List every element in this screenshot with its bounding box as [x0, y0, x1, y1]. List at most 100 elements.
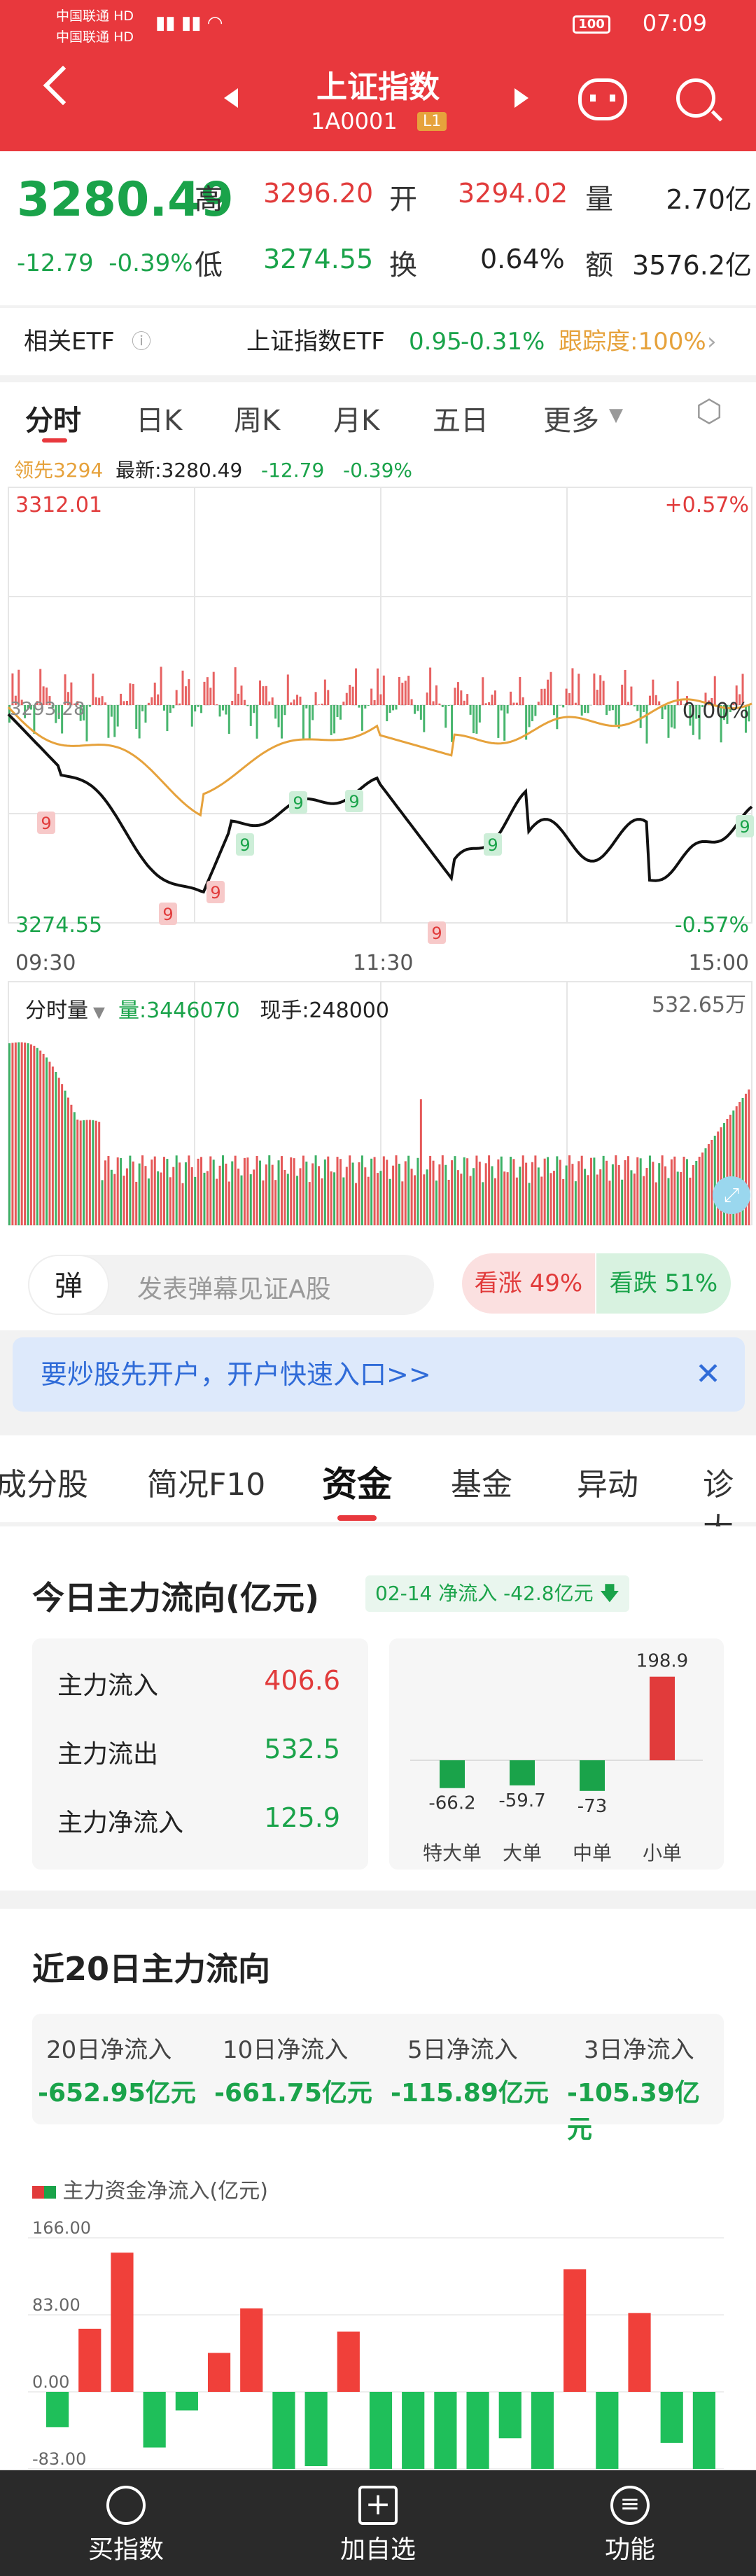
volume-bar	[547, 1157, 550, 1225]
volume-bar	[107, 1156, 110, 1225]
close-icon[interactable]: ✕	[695, 1337, 721, 1412]
volume-bar	[447, 1179, 450, 1225]
tab-daily-k[interactable]: 日K	[136, 398, 182, 438]
tab-intraday[interactable]: 分时	[25, 398, 81, 438]
volume-bar	[339, 1159, 342, 1225]
tab-monthly-k[interactable]: 月K	[333, 398, 379, 438]
flow-bar	[212, 671, 215, 705]
flow-summary: 主力流入 406.6 主力流出 532.5 主力净流入 125.9	[32, 1638, 368, 1870]
flow-bar	[351, 686, 354, 705]
y-tick-label: 166.00	[32, 2218, 91, 2238]
net-flow-bar	[369, 2392, 393, 2469]
bearish-button[interactable]: 看跌 51%	[596, 1253, 731, 1314]
flow-bar	[454, 688, 456, 705]
next-stock-icon[interactable]	[514, 88, 528, 108]
help-icon[interactable]: ⓘ	[132, 308, 151, 375]
flow-bar	[611, 705, 614, 711]
flow-bar	[318, 704, 320, 705]
flow-bar	[249, 705, 252, 726]
flow-bar	[188, 679, 190, 705]
volume-bar	[454, 1156, 456, 1225]
tab-five-day[interactable]: 五日	[433, 398, 489, 438]
search-icon[interactable]	[676, 78, 715, 118]
flow-bar	[398, 676, 400, 705]
chevron-down-icon[interactable]: ▼	[609, 405, 623, 426]
volume-bar	[360, 1155, 363, 1225]
etf-name: 上证指数ETF	[246, 328, 385, 356]
net-flow-bar	[628, 2313, 651, 2392]
volume-bar	[426, 1169, 428, 1225]
flow-bar	[670, 705, 673, 727]
tab-movement[interactable]: 异动	[577, 1459, 638, 1504]
tab-fund[interactable]: 基金	[451, 1459, 512, 1504]
flow-bar	[482, 677, 484, 705]
carrier-label: 中国联通	[56, 8, 110, 24]
volume-value: 2.70亿	[666, 184, 752, 215]
volume-bar	[144, 1166, 147, 1225]
volume-bar	[392, 1165, 395, 1225]
settings-icon[interactable]: ⬡	[696, 394, 722, 429]
volume-selector[interactable]: 分时量	[25, 998, 88, 1023]
volume-bar	[64, 1090, 66, 1225]
volume-bar	[101, 1180, 104, 1225]
volume-bar	[206, 1171, 209, 1225]
flow-bar	[382, 675, 385, 705]
volume-bar	[83, 1120, 85, 1225]
tab-profile[interactable]: 简况F10	[147, 1459, 265, 1504]
flow-net-label: 主力净流入	[57, 1809, 184, 1837]
flow-bar	[429, 667, 432, 705]
high-label: 高	[195, 183, 223, 216]
tab-more[interactable]: 更多	[543, 398, 599, 438]
fullscreen-icon[interactable]: ⤢	[713, 1176, 750, 1214]
add-watchlist-button[interactable]: + 加自选	[308, 2470, 448, 2565]
open-account-banner[interactable]: 要炒股先开户，开户快速入口>> ✕	[13, 1337, 745, 1412]
status-bar: 中国联通 HD 中国联通 HD	[56, 6, 134, 48]
etf-tracking: 跟踪度:100%	[559, 328, 706, 356]
volume-bar	[639, 1158, 642, 1225]
buy-index-button[interactable]: 买指数	[56, 2470, 196, 2565]
active-tab-indicator	[337, 1515, 377, 1521]
volume-bar	[562, 1178, 565, 1225]
volume-bar	[42, 1054, 45, 1225]
volume-bar	[110, 1169, 113, 1225]
tab-weekly-k[interactable]: 周K	[234, 398, 280, 438]
tab-funds-flow[interactable]: 资金	[322, 1456, 392, 1507]
volume-bar	[8, 1043, 10, 1225]
flow-bar	[414, 705, 416, 714]
flow-bar	[200, 705, 203, 713]
volume-bar	[414, 1175, 416, 1225]
volume-bar	[73, 1112, 76, 1225]
volume-bar	[48, 1061, 51, 1225]
flow-bar	[395, 705, 398, 710]
bullish-button[interactable]: 看涨 49%	[462, 1253, 595, 1314]
related-etf-row[interactable]: 相关ETF ⓘ 上证指数ETF 0.95 -0.31% 跟踪度:100% ›	[0, 308, 756, 375]
volume-bar	[92, 1120, 94, 1225]
volume-bar	[280, 1156, 283, 1225]
order-value: -66.2	[428, 1793, 475, 1814]
robot-icon[interactable]	[578, 78, 627, 120]
signal-label: 9	[739, 817, 750, 837]
volume-bar	[578, 1161, 580, 1225]
net-flow-bar	[402, 2392, 425, 2469]
volume-bar	[410, 1169, 413, 1225]
volume-bar	[29, 1044, 32, 1225]
flow-bar	[578, 674, 580, 705]
volume-bar	[51, 1066, 54, 1225]
flow-tag: 02-14 净流入 -42.8亿元 🡇	[365, 1575, 630, 1612]
tab-constituents[interactable]: 成分股	[0, 1459, 88, 1504]
flow-bar	[373, 699, 376, 705]
intraday-chart[interactable]: 领先3294 最新:3280.49 -12.79 -0.39% 99999999…	[0, 448, 756, 1232]
volume-bar	[571, 1164, 574, 1225]
volume-bar	[27, 1043, 29, 1225]
flow-bar	[286, 674, 289, 705]
flow-bar	[376, 668, 379, 705]
danmu-icon[interactable]: 弹	[28, 1255, 109, 1315]
flow-bar	[299, 696, 302, 705]
flow-bar	[512, 702, 515, 705]
functions-button[interactable]: ≡ 功能	[560, 2470, 700, 2565]
volume-bar	[318, 1166, 320, 1225]
volume-bar	[277, 1160, 280, 1225]
danmu-input[interactable]: 弹 发表弹幕见证A股	[28, 1255, 434, 1315]
net-flow-bar	[240, 2308, 263, 2392]
flow-bar	[654, 695, 657, 705]
